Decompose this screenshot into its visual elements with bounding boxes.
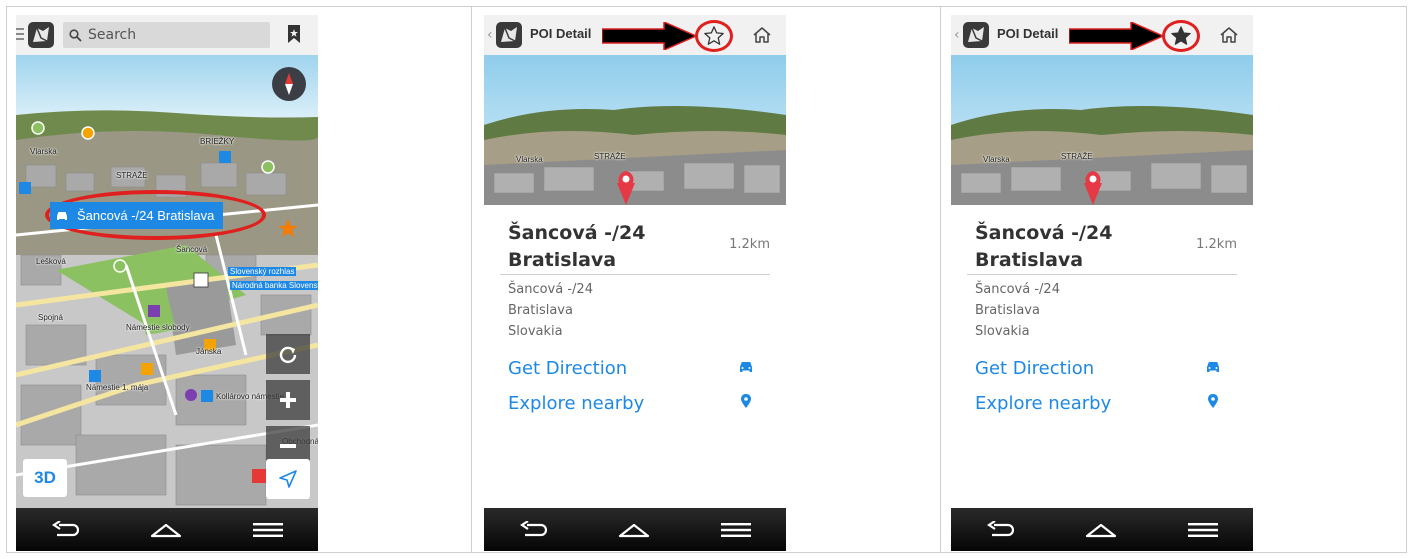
get-direction-link[interactable]: Get Direction — [975, 358, 1094, 379]
divider — [500, 274, 770, 275]
app-logo-icon[interactable] — [28, 22, 54, 48]
menu-icon[interactable] — [720, 522, 751, 537]
back-icon[interactable] — [51, 520, 80, 539]
android-nav-bar — [484, 508, 786, 551]
favorite-button[interactable] — [695, 20, 733, 52]
car-icon[interactable] — [1205, 360, 1221, 374]
image-street-label: Vlarska — [983, 155, 1010, 164]
location-callout[interactable]: Šancová -/24 Bratislava — [50, 202, 224, 229]
phone-poi-detail-unstarred: ‹ POI Detail Vlarska STRAŽE Šancová -/24… — [484, 15, 786, 551]
search-icon — [69, 28, 82, 42]
poi-name-line: Bratislava — [508, 249, 617, 271]
map-poi-label: Národná banka Slovenska — [230, 281, 318, 290]
map-district-label: STRAŽE — [116, 171, 148, 180]
phone-poi-detail-starred: ‹ POI Detail Vlarska STRAŽE Šancová -/24… — [951, 15, 1253, 551]
poi-top-bar: ‹ POI Detail — [484, 15, 786, 55]
image-street-label: Vlarska — [516, 155, 543, 164]
get-direction-link[interactable]: Get Direction — [508, 358, 627, 379]
map-street-label: Spojná — [38, 313, 63, 322]
annotation-arrow — [1069, 22, 1165, 50]
back-icon[interactable] — [986, 520, 1015, 539]
app-logo-icon[interactable] — [963, 22, 989, 48]
back-chevron-icon[interactable]: ‹ — [954, 27, 960, 43]
pin-icon[interactable] — [741, 394, 751, 408]
map-street-label: Námestie 1. mája — [86, 383, 149, 392]
view-mode-3d-button[interactable]: 3D — [23, 459, 67, 497]
rotate-icon — [279, 346, 297, 364]
address-line: Šancová -/24 — [975, 282, 1060, 297]
home-icon[interactable] — [1085, 522, 1117, 538]
poi-name: Šancová -/24 Bratislava — [508, 220, 698, 274]
search-placeholder: Search — [88, 27, 137, 43]
compass-icon[interactable] — [272, 67, 306, 101]
address-line: Slovakia — [508, 324, 563, 339]
explore-nearby-link[interactable]: Explore nearby — [508, 393, 644, 414]
poi-name-line: Šancová -/24 — [975, 222, 1113, 244]
address-line: Bratislava — [975, 303, 1040, 318]
poi-address: Šancová -/24 Bratislava Slovakia — [508, 279, 593, 342]
poi-preview-image: Vlarska STRAŽE — [484, 55, 786, 205]
page-title: POI Detail — [530, 26, 592, 41]
poi-address: Šancová -/24 Bratislava Slovakia — [975, 279, 1060, 342]
locate-button[interactable] — [266, 459, 310, 499]
annotation-arrow — [602, 22, 698, 50]
android-nav-bar — [951, 508, 1253, 551]
map-top-bar: Search — [16, 15, 318, 55]
star-outline-icon — [704, 26, 724, 45]
map-street-label: Námestie slobody — [126, 323, 190, 332]
android-nav-bar — [16, 508, 318, 551]
explore-nearby-link[interactable]: Explore nearby — [975, 393, 1111, 414]
app-logo-icon[interactable] — [496, 22, 522, 48]
menu-icon[interactable] — [252, 522, 283, 537]
poi-distance: 1.2km — [1196, 237, 1237, 252]
divider — [967, 274, 1237, 275]
address-line: Slovakia — [975, 324, 1030, 339]
zoom-out-icon — [280, 444, 296, 448]
image-district-label: STRAŽE — [1061, 152, 1093, 161]
rotate-button[interactable] — [266, 334, 310, 374]
home-icon[interactable] — [150, 522, 182, 538]
back-icon[interactable] — [519, 520, 548, 539]
home-icon[interactable] — [1219, 26, 1239, 44]
star-filled-icon — [1171, 26, 1191, 45]
map-street-label: Jánska — [196, 347, 222, 356]
poi-name: Šancová -/24 Bratislava — [975, 220, 1165, 274]
callout-label: Šancová -/24 Bratislava — [77, 208, 215, 223]
zoom-in-icon — [280, 392, 296, 408]
image-district-label: STRAŽE — [594, 152, 626, 161]
address-line: Bratislava — [508, 303, 573, 318]
phone-map-screen: Search Vlarska STRAŽE BRIEŽKY Šancová Le… — [16, 15, 318, 551]
search-input[interactable]: Search — [63, 22, 270, 48]
panel-divider — [471, 6, 472, 553]
favorite-button[interactable] — [1162, 20, 1200, 52]
panel-divider — [940, 6, 941, 553]
home-icon[interactable] — [618, 522, 650, 538]
bookmark-icon[interactable] — [287, 24, 301, 44]
map-poi-label: Slovenský rozhlas — [228, 267, 297, 276]
poi-top-bar: ‹ POI Detail — [951, 15, 1253, 55]
page-title: POI Detail — [997, 26, 1059, 41]
car-icon — [57, 211, 67, 220]
map-street-label: Vlarska — [30, 147, 57, 156]
map-district-label: BRIEŽKY — [200, 137, 235, 146]
car-icon[interactable] — [738, 360, 754, 374]
zoom-in-button[interactable] — [266, 380, 310, 420]
poi-preview-image: Vlarska STRAŽE — [951, 55, 1253, 205]
map-street-label: Lešková — [36, 257, 66, 266]
pin-icon[interactable] — [1208, 394, 1218, 408]
poi-name-line: Šancová -/24 — [508, 222, 646, 244]
poi-distance: 1.2km — [729, 237, 770, 252]
map-street-label: Šancová — [176, 245, 208, 254]
address-line: Šancová -/24 — [508, 282, 593, 297]
poi-name-line: Bratislava — [975, 249, 1084, 271]
map-view[interactable]: Vlarska STRAŽE BRIEŽKY Šancová Lešková S… — [16, 55, 318, 508]
home-icon[interactable] — [752, 26, 772, 44]
menu-icon[interactable] — [1187, 522, 1218, 537]
locate-arrow-icon — [279, 470, 297, 488]
menu-icon[interactable] — [16, 28, 24, 40]
back-chevron-icon[interactable]: ‹ — [487, 27, 493, 43]
